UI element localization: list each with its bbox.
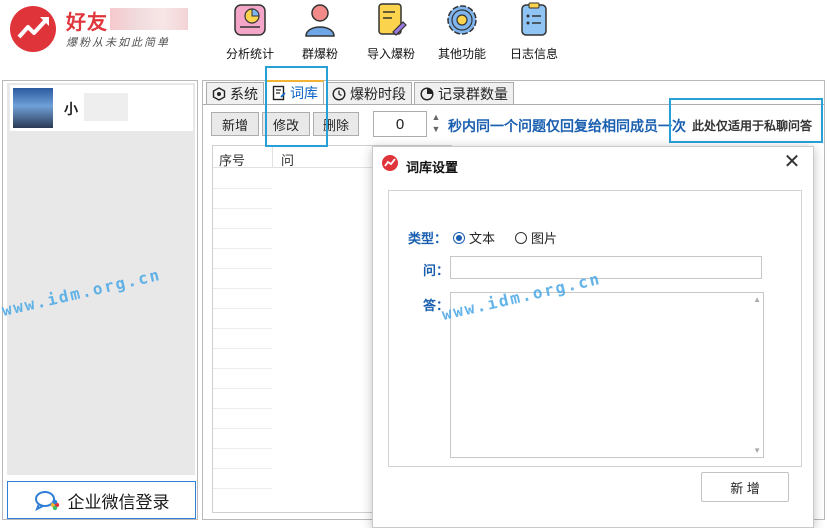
seconds-spinner[interactable]: ▲ ▼ — [429, 111, 443, 137]
user-icon — [305, 4, 335, 37]
toolbar-analytics[interactable]: 分析统计 — [216, 2, 284, 62]
toolbar-label: 群爆粉 — [301, 47, 338, 61]
gear-icon — [447, 5, 477, 35]
tab-fan-schedule[interactable]: 爆粉时段 — [326, 82, 412, 104]
tab-label: 系统 — [230, 85, 258, 102]
dialog-add-button[interactable]: 新 增 — [701, 472, 789, 502]
spin-up-icon[interactable]: ▲ — [432, 112, 441, 122]
avatar — [13, 88, 53, 128]
highlight-box-edit — [265, 66, 328, 147]
type-image-radio[interactable]: 图片 — [515, 228, 557, 247]
column-header: 序号 — [219, 153, 246, 168]
account-card[interactable]: 小 — [10, 85, 193, 131]
radio-label: 图片 — [531, 231, 558, 246]
wordbook-settings-dialog: 词库设置 ✕ 类型： 文本 图片 问： 答： ▲ ▼ 新 增 — [372, 146, 814, 528]
import-file-icon — [378, 3, 407, 36]
dialog-logo-icon — [382, 155, 398, 171]
clock-icon — [332, 86, 346, 101]
dialog-title: 词库设置 — [406, 160, 459, 175]
seconds-hint: 秒内同一个问题仅回复给相同成员一次 — [448, 118, 686, 134]
type-text-radio[interactable]: 文本 — [453, 228, 495, 247]
seconds-input[interactable]: 0 — [373, 111, 427, 137]
toolbar-label: 其他功能 — [437, 47, 486, 61]
chart-icon — [234, 4, 266, 36]
close-icon[interactable]: ✕ — [781, 151, 803, 173]
brand-name-blur — [110, 8, 188, 30]
answer-textarea[interactable]: ▲ ▼ — [450, 292, 764, 458]
tab-system[interactable]: 系统 — [206, 82, 264, 104]
toolbar-logs[interactable]: 日志信息 — [500, 2, 568, 62]
add-button[interactable]: 新增 — [211, 112, 259, 136]
tab-bar: 系统 词库 爆粉时段 记录群数量 — [206, 80, 516, 104]
question-input[interactable] — [450, 256, 762, 279]
column-header: 问 — [281, 153, 295, 168]
radio-selected-icon — [453, 231, 465, 244]
toolbar-group-fans[interactable]: 群爆粉 — [286, 2, 354, 62]
question-label: 问： — [423, 263, 450, 278]
toolbar-other[interactable]: 其他功能 — [428, 2, 496, 62]
highlight-box-note — [669, 98, 823, 143]
account-name: 小 — [64, 101, 78, 117]
tab-group-count[interactable]: 记录群数量 — [414, 82, 514, 104]
spin-down-icon[interactable]: ▼ — [432, 124, 441, 134]
brand-name: 好友 — [66, 12, 108, 34]
toolbar-label: 分析统计 — [225, 47, 274, 61]
scroll-down-icon[interactable]: ▼ — [753, 446, 761, 455]
wecom-login-button[interactable]: 企业微信登录 — [7, 481, 196, 519]
toolbar-import[interactable]: 导入爆粉 — [357, 2, 425, 62]
scroll-up-icon[interactable]: ▲ — [753, 295, 761, 304]
radio-unselected-icon — [515, 231, 527, 244]
trend-arrow-icon — [17, 17, 49, 39]
brand-slogan: 爆粉从未如此简单 — [66, 36, 170, 49]
wecom-icon — [34, 491, 59, 511]
toolbar-label: 日志信息 — [509, 47, 558, 61]
log-icon — [521, 2, 547, 36]
wecom-login-label: 企业微信登录 — [67, 492, 170, 512]
radio-label: 文本 — [469, 231, 496, 246]
toolbar-label: 导入爆粉 — [366, 47, 415, 61]
brand: 好友 — [66, 6, 188, 35]
tab-label: 记录群数量 — [438, 85, 508, 102]
account-name-blur — [84, 93, 128, 121]
type-label: 类型： — [408, 231, 448, 246]
pie-icon — [420, 86, 434, 101]
app-logo — [10, 6, 56, 52]
shield-icon — [212, 86, 226, 101]
tab-label: 爆粉时段 — [350, 85, 406, 102]
